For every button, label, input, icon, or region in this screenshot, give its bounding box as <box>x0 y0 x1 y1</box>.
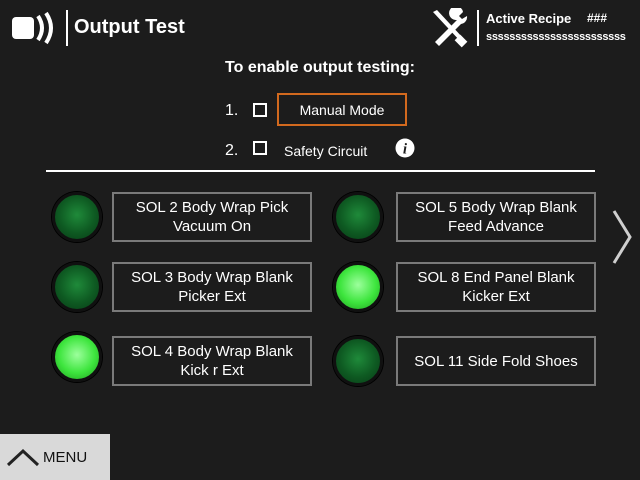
output-lamp-sol11[interactable] <box>333 336 383 386</box>
output-lamp-sol5[interactable] <box>333 192 383 242</box>
output-lamp-sol3[interactable] <box>52 262 102 312</box>
output-lamp-sol4[interactable] <box>52 332 102 382</box>
section-divider <box>46 170 595 172</box>
output-button-sol2[interactable]: SOL 2 Body Wrap Pick Vacuum On <box>112 192 312 242</box>
safety-circuit-label: Safety Circuit <box>284 143 368 159</box>
header-divider <box>66 10 68 46</box>
active-recipe-id: ### <box>587 11 608 25</box>
menu-button[interactable]: MENU <box>0 434 110 480</box>
chevron-right-icon[interactable] <box>610 207 634 267</box>
info-icon[interactable]: i <box>395 138 415 158</box>
chevron-up-icon <box>6 448 40 467</box>
step-1-number: 1. <box>225 102 239 119</box>
output-lamp-sol2[interactable] <box>52 192 102 242</box>
page-title: Output Test <box>74 16 185 38</box>
output-button-sol11[interactable]: SOL 11 Side Fold Shoes <box>396 336 596 386</box>
manual-mode-checkbox[interactable] <box>253 103 267 117</box>
step-2-number: 2. <box>225 142 239 159</box>
manual-mode-label[interactable]: Manual Mode <box>277 93 407 126</box>
output-button-sol5[interactable]: SOL 5 Body Wrap Blank Feed Advance <box>396 192 596 242</box>
output-button-sol3[interactable]: SOL 3 Body Wrap Blank Picker Ext <box>112 262 312 312</box>
output-lamp-sol8[interactable] <box>333 262 383 312</box>
active-recipe-label: Active Recipe <box>486 11 572 26</box>
wrench-screwdriver-icon[interactable] <box>427 8 469 48</box>
menu-label: MENU <box>43 448 88 466</box>
signal-broadcast-icon <box>12 11 53 45</box>
recipe-divider <box>477 10 479 46</box>
active-recipe-name: ssssssssssssssssssssssss <box>486 31 626 43</box>
safety-circuit-checkbox[interactable] <box>253 141 267 155</box>
output-button-sol4[interactable]: SOL 4 Body Wrap Blank Kick r Ext <box>112 336 312 386</box>
output-button-sol8[interactable]: SOL 8 End Panel Blank Kicker Ext <box>396 262 596 312</box>
enable-heading: To enable output testing: <box>225 59 415 76</box>
